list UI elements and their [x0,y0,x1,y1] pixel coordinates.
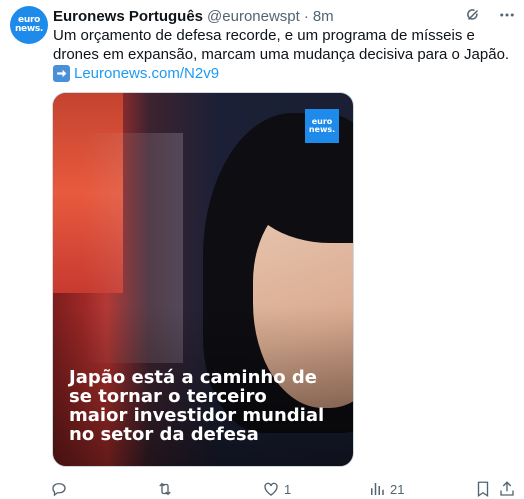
reply-button[interactable] [50,480,72,498]
tweet-media-image[interactable]: euro news. Japão está a caminho de se to… [52,92,354,467]
like-button[interactable]: 1 [262,480,291,498]
share-icon [500,481,514,496]
logo-line-2: news. [308,125,336,134]
more-icon[interactable] [498,6,516,24]
bookmark-icon [477,481,489,498]
views-count: 21 [390,481,405,497]
euronews-logo: euro news. [305,109,339,143]
views-button[interactable]: 21 [368,480,404,498]
tweet-actions: 1 21 [50,479,514,499]
views-icon [371,483,384,495]
avatar-line-2: news. [14,24,44,34]
tweet-link-line: Leuronews.com/N2v9 [53,64,219,83]
timestamp[interactable]: 8m [313,8,334,25]
grok-icon[interactable] [464,6,482,24]
like-count: 1 [284,481,292,497]
share-button[interactable] [498,480,516,498]
tweet-header: Euronews Português @euronewspt · 8m [53,6,484,26]
reply-icon [52,483,66,497]
retweet-icon [159,482,171,496]
arrow-right-icon [53,65,70,82]
tweet-top-actions [464,6,516,24]
tweet-text: Um orçamento de defesa recorde, e um pro… [53,27,510,63]
tweet-link[interactable]: Leuronews.com/N2v9 [74,64,219,83]
bookmark-button[interactable] [474,480,492,498]
separator: · [303,7,309,25]
author-name[interactable]: Euronews Português [53,8,203,25]
media-headline: Japão está a caminho de se tornar o terc… [69,367,325,445]
avatar[interactable]: euro news. [10,6,48,44]
retweet-button[interactable] [156,480,178,498]
heart-icon [264,482,278,496]
author-handle[interactable]: @euronewspt [207,8,300,25]
